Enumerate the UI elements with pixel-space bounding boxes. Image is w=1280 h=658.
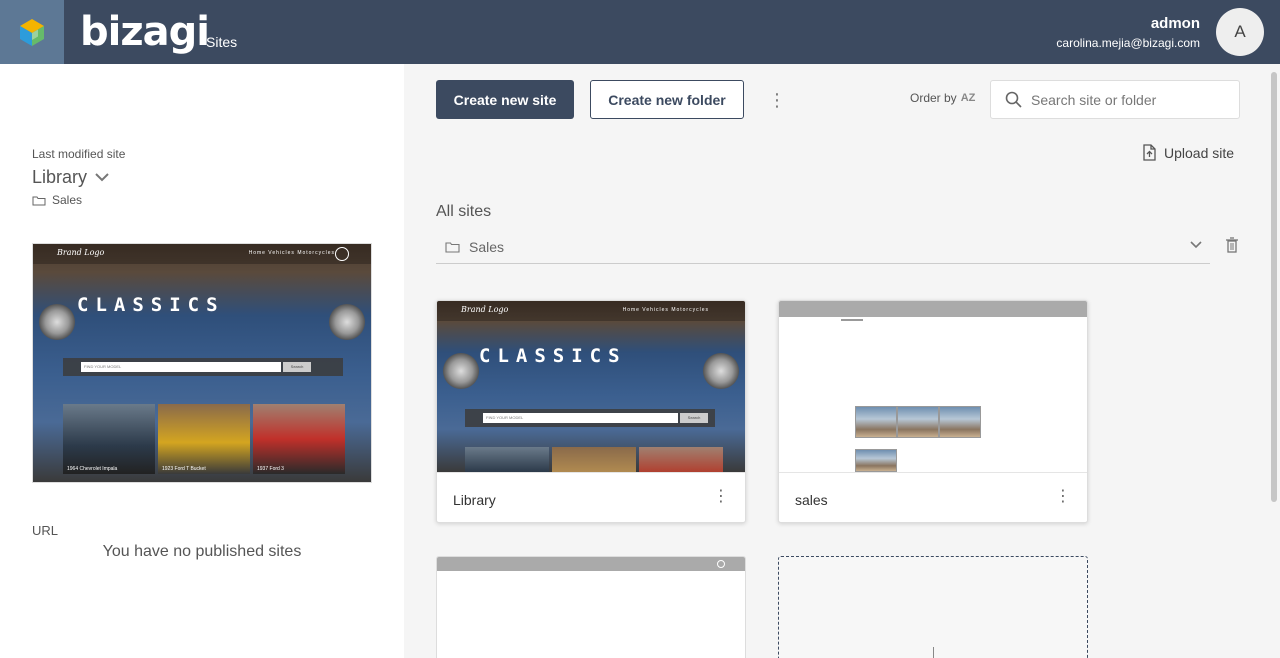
last-modified-folder: Sales xyxy=(32,193,82,207)
thumb-car-tile xyxy=(552,447,636,472)
user-avatar[interactable]: A xyxy=(1216,8,1264,56)
last-modified-site-name: Library xyxy=(32,167,88,187)
app-logo[interactable] xyxy=(0,0,64,64)
search-input[interactable] xyxy=(1031,91,1221,108)
preview-search-input: FIND YOUR MODEL xyxy=(81,362,281,372)
chevron-down-icon[interactable] xyxy=(1189,238,1203,252)
thumb-gallery-image xyxy=(939,406,981,438)
placeholder-cursor xyxy=(933,647,934,658)
thumb-car-tile xyxy=(639,447,723,472)
folder-name: Sales xyxy=(469,238,505,255)
preview-title: CLASSICS xyxy=(77,294,225,316)
preview-car-name: 1964 Chevrolet Impala xyxy=(67,466,118,472)
last-modified-site-preview[interactable]: Brand Logo Home Vehicles Motorcycles CLA… xyxy=(32,243,372,483)
thumb-car-tile xyxy=(465,447,549,472)
thumb-nav-links: Home Vehicles Motorcycles xyxy=(622,307,709,313)
main-scrollbar[interactable] xyxy=(1271,72,1277,502)
site-card-partial[interactable] xyxy=(436,556,746,658)
folder-row-sales[interactable]: Sales xyxy=(436,230,1210,264)
thumb-brand: Brand Logo xyxy=(461,305,509,314)
preview-car-tile: 1964 Chevrolet Impala xyxy=(63,404,155,474)
order-by-control[interactable]: Order by AZ xyxy=(910,91,975,105)
card-more-options-icon[interactable]: ⋮ xyxy=(1055,487,1071,507)
upload-site-label: Upload site xyxy=(1164,144,1235,161)
sort-az-icon: AZ xyxy=(960,92,976,104)
app-name: Sites xyxy=(206,34,238,50)
search-site-field[interactable] xyxy=(990,80,1240,119)
preview-headlight-left xyxy=(39,304,75,340)
brand-wordmark: bizagi xyxy=(80,9,210,55)
user-name: admon xyxy=(1150,15,1200,32)
thumb-navbar xyxy=(437,557,745,571)
preview-car-tile: 1923 Ford T Bucket xyxy=(158,404,250,474)
preview-car-tile: 1937 Ford 3 xyxy=(253,404,345,474)
site-thumbnail: Brand Logo Home Vehicles Motorcycles CLA… xyxy=(437,301,745,472)
thumb-gallery-image xyxy=(855,449,897,472)
preview-profile-icon xyxy=(335,247,349,261)
preview-brand: Brand Logo xyxy=(57,248,105,257)
create-new-folder-button[interactable]: Create new folder xyxy=(590,80,744,119)
all-sites-heading: All sites xyxy=(436,203,492,220)
order-by-label: Order by xyxy=(910,91,957,105)
upload-file-icon xyxy=(1143,144,1156,161)
thumb-search-bar: FIND YOUR MODEL Search xyxy=(465,409,715,427)
create-new-site-button[interactable]: Create new site xyxy=(436,80,574,119)
last-modified-folder-name: Sales xyxy=(52,193,83,207)
thumb-navbar: Brand Logo Home Vehicles Motorcycles xyxy=(437,301,745,321)
folder-icon xyxy=(32,196,46,205)
new-site-placeholder-card[interactable] xyxy=(778,556,1088,658)
user-email: carolina.mejia@bizagi.com xyxy=(1056,36,1200,50)
card-footer: Library ⋮ xyxy=(437,472,745,522)
thumb-headlight-left xyxy=(443,353,479,389)
preview-navbar: Brand Logo Home Vehicles Motorcycles xyxy=(33,244,371,264)
thumb-gallery-image xyxy=(855,406,897,438)
last-modified-panel: Last modified site Library Sales Brand L… xyxy=(0,64,404,658)
preview-headlight-right xyxy=(329,304,365,340)
thumb-navbar xyxy=(779,301,1087,317)
thumb-profile-icon xyxy=(717,560,725,568)
preview-nav-links: Home Vehicles Motorcycles xyxy=(248,250,335,256)
card-more-options-icon[interactable]: ⋮ xyxy=(713,487,729,507)
thumb-gallery-image xyxy=(897,406,939,438)
preview-search-button: Search xyxy=(283,362,311,372)
folder-icon xyxy=(445,241,460,253)
preview-search-bar: FIND YOUR MODEL Search xyxy=(63,358,343,376)
preview-car-name: 1937 Ford 3 xyxy=(257,466,284,472)
thumb-title: CLASSICS xyxy=(479,345,627,367)
chevron-down-icon xyxy=(95,173,109,182)
last-modified-label: Last modified site xyxy=(32,147,126,161)
last-modified-site-selector[interactable]: Library xyxy=(32,167,109,188)
site-card-library[interactable]: Brand Logo Home Vehicles Motorcycles CLA… xyxy=(436,300,746,523)
upload-site-button[interactable]: Upload site xyxy=(1142,144,1234,161)
card-footer: sales ⋮ xyxy=(779,472,1087,522)
no-published-message: You have no published sites xyxy=(102,543,302,560)
more-options-icon[interactable]: ⋮ xyxy=(768,88,786,112)
site-card-sales[interactable]: sales ⋮ xyxy=(778,300,1088,523)
url-label: URL xyxy=(32,523,59,538)
thumb-headlight-right xyxy=(703,353,739,389)
bizagi-cube-icon xyxy=(20,19,44,46)
preview-car-name: 1923 Ford T Bucket xyxy=(162,466,206,472)
thumb-heading xyxy=(841,319,863,321)
search-icon xyxy=(1005,91,1022,108)
thumb-search-button: Search xyxy=(680,413,708,423)
trash-icon[interactable] xyxy=(1225,237,1239,253)
thumb-search-input: FIND YOUR MODEL xyxy=(483,413,678,423)
top-header: bizagi Sites admon carolina.mejia@bizagi… xyxy=(0,0,1280,64)
site-card-name: Library xyxy=(453,492,496,508)
site-card-name: sales xyxy=(795,492,828,508)
site-thumbnail xyxy=(779,301,1087,472)
